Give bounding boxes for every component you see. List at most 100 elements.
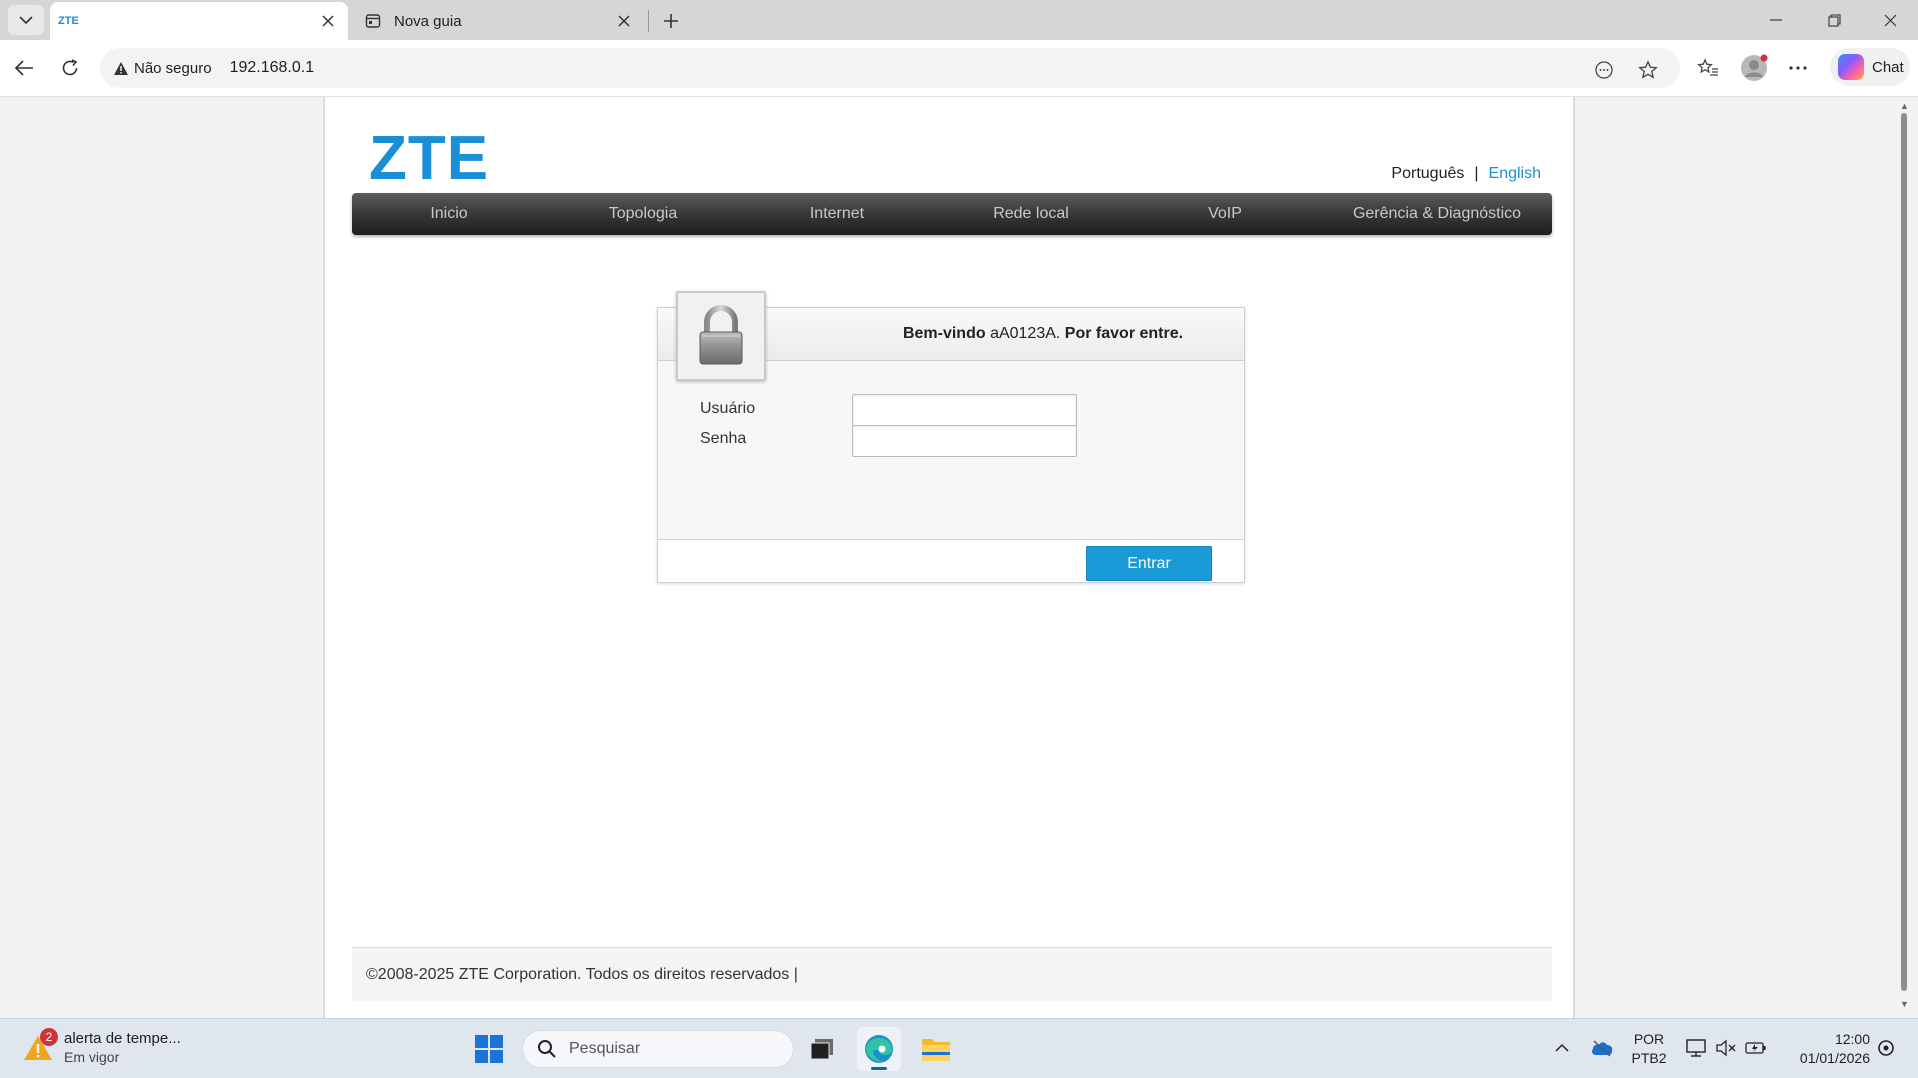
- router-page: ZTE Português | English Inicio Topologia…: [323, 97, 1575, 1018]
- browser-tab-bar: ZTE . Nova guia: [0, 0, 1918, 40]
- weather-widget[interactable]: 2 alerta de tempe... Em vigor: [22, 1028, 181, 1067]
- favorites-list-icon: [1697, 58, 1718, 76]
- page-footer: ©2008-2025 ZTE Corporation. Todos os dir…: [352, 947, 1552, 1001]
- taskbar-search[interactable]: Pesquisar: [522, 1030, 794, 1068]
- copilot-chat-button[interactable]: Chat: [1830, 48, 1910, 86]
- scroll-up-icon[interactable]: ▲: [1900, 101, 1909, 111]
- password-label: Senha: [700, 430, 747, 447]
- scroll-down-icon[interactable]: ▼: [1900, 999, 1909, 1009]
- clock-date: 01/01/2026: [1799, 1050, 1870, 1066]
- username-input[interactable]: [852, 394, 1077, 426]
- ellipsis-icon: [1789, 66, 1807, 70]
- weather-subtitle: Em vigor: [64, 1049, 120, 1065]
- windows-logo-icon: [475, 1035, 503, 1063]
- zte-logo: ZTE: [369, 124, 490, 193]
- taskbar-edge[interactable]: [857, 1027, 901, 1071]
- input-language-indicator[interactable]: POR PTB2: [1626, 1030, 1672, 1068]
- copyright-text: ©2008-2025 ZTE Corporation. Todos os dir…: [366, 966, 798, 983]
- welcome-suffix: Por favor entre.: [1064, 325, 1184, 342]
- active-indicator: [871, 1067, 887, 1070]
- search-icon: [538, 1040, 556, 1058]
- page-scrollbar[interactable]: ▲ ▼: [1898, 97, 1910, 1018]
- new-tab-button[interactable]: [656, 6, 686, 36]
- restore-button[interactable]: [1806, 0, 1862, 40]
- show-hidden-icons-button[interactable]: [1550, 1035, 1574, 1061]
- login-footer: Entrar: [658, 539, 1244, 582]
- login-panel: Bem-vindo aA0123A. Por favor entre. Usuá…: [657, 291, 1245, 583]
- copilot-icon: [1838, 54, 1864, 80]
- chevron-down-icon: [19, 16, 33, 25]
- nav-item-topologia[interactable]: Topologia: [546, 193, 740, 235]
- task-view-button[interactable]: [800, 1027, 844, 1071]
- nav-item-inicio[interactable]: Inicio: [352, 193, 546, 235]
- onedrive-icon[interactable]: [1590, 1035, 1614, 1061]
- reader-mode-icon[interactable]: [1590, 56, 1618, 84]
- password-input[interactable]: [852, 425, 1077, 457]
- minimize-icon: [1770, 19, 1782, 21]
- back-button[interactable]: [6, 50, 42, 86]
- nav-item-voip[interactable]: VoIP: [1128, 193, 1322, 235]
- task-view-icon: [810, 1039, 833, 1060]
- avatar-icon: [1741, 54, 1768, 81]
- welcome-message: Bem-vindo aA0123A. Por favor entre.: [848, 325, 1238, 343]
- volume-muted-icon[interactable]: [1714, 1035, 1738, 1061]
- back-arrow-icon: [14, 60, 33, 76]
- zte-favicon: ZTE: [58, 15, 79, 27]
- battery-icon[interactable]: [1744, 1035, 1768, 1061]
- main-nav: Inicio Topologia Internet Rede local VoI…: [352, 193, 1552, 235]
- profile-button[interactable]: [1736, 50, 1772, 86]
- edge-icon: [865, 1035, 893, 1063]
- favorites-button[interactable]: [1690, 50, 1726, 86]
- alert-count-badge: 2: [40, 1028, 58, 1046]
- tab-title: Nova guia: [394, 12, 462, 30]
- address-bar[interactable]: Não seguro 192.168.0.1: [100, 48, 1680, 88]
- folder-icon: [922, 1039, 950, 1061]
- tab-separator: [648, 10, 649, 32]
- page-viewport: ZTE Português | English Inicio Topologia…: [0, 96, 1918, 1018]
- network-icon[interactable]: [1684, 1035, 1708, 1061]
- lock-icon: [676, 291, 766, 381]
- reload-button[interactable]: [52, 50, 88, 86]
- device-model: aA0123A.: [990, 325, 1061, 342]
- weather-title: alerta de tempe...: [64, 1030, 181, 1047]
- more-options-button[interactable]: [1780, 50, 1816, 86]
- chat-label: Chat: [1872, 58, 1904, 76]
- close-tab-icon[interactable]: [612, 9, 636, 33]
- windows-taskbar: 2 alerta de tempe... Em vigor Pesquisar: [0, 1018, 1918, 1078]
- plus-icon: [664, 14, 678, 28]
- favorite-star-icon[interactable]: [1634, 56, 1662, 84]
- security-label[interactable]: Não seguro: [134, 60, 212, 77]
- tab-list-button[interactable]: [8, 5, 44, 35]
- clock-time: 12:00: [1834, 1031, 1870, 1047]
- language-portuguese-link[interactable]: Português: [1391, 165, 1464, 183]
- close-window-button[interactable]: [1862, 0, 1918, 40]
- login-button[interactable]: Entrar: [1086, 546, 1212, 581]
- minimize-button[interactable]: [1748, 0, 1804, 40]
- system-clock[interactable]: 12:00 01/01/2026: [1780, 1030, 1870, 1068]
- restore-icon: [1827, 13, 1841, 27]
- nav-item-internet[interactable]: Internet: [740, 193, 934, 235]
- nav-item-rede-local[interactable]: Rede local: [934, 193, 1128, 235]
- language-separator: |: [1474, 165, 1479, 182]
- start-button[interactable]: [467, 1027, 511, 1071]
- tab-title: .: [91, 13, 316, 30]
- language-code: POR: [1633, 1031, 1665, 1047]
- warning-icon[interactable]: [112, 59, 130, 77]
- close-icon: [1884, 14, 1896, 26]
- keyboard-layout: PTB2: [1631, 1050, 1667, 1066]
- weather-text: alerta de tempe... Em vigor: [64, 1029, 181, 1067]
- tab-zte[interactable]: ZTE .: [50, 2, 348, 40]
- browser-toolbar: Não seguro 192.168.0.1 Chat: [0, 40, 1918, 96]
- notification-settings-icon[interactable]: [1874, 1035, 1898, 1061]
- tab-nova-guia[interactable]: Nova guia: [352, 2, 644, 40]
- nav-item-gerencia-diagnostico[interactable]: Gerência & Diagnóstico: [1322, 193, 1552, 235]
- language-english-link[interactable]: English: [1489, 165, 1541, 183]
- url-text[interactable]: 192.168.0.1: [230, 59, 315, 77]
- new-tab-page-icon: [364, 12, 382, 30]
- scrollbar-thumb[interactable]: [1901, 113, 1907, 991]
- username-label: Usuário: [700, 400, 756, 417]
- chevron-up-icon: [1555, 1043, 1569, 1052]
- close-tab-icon[interactable]: [316, 9, 340, 33]
- taskbar-file-explorer[interactable]: [914, 1027, 958, 1071]
- language-selector: Português | English: [1391, 165, 1541, 183]
